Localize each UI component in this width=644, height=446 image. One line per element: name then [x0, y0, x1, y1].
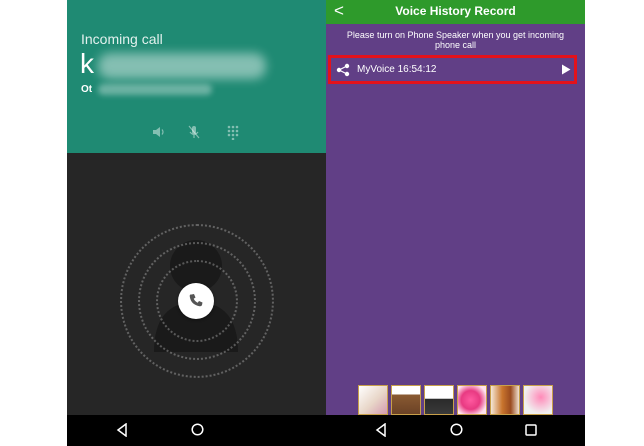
ad-thumb-sandals[interactable]	[490, 385, 520, 415]
home-icon[interactable]	[450, 423, 463, 436]
back-icon[interactable]	[116, 423, 128, 437]
ad-banner[interactable]	[358, 385, 554, 415]
ad-thumb-jewelry[interactable]	[523, 385, 553, 415]
play-icon[interactable]	[561, 64, 571, 75]
phone-icon	[189, 294, 203, 307]
incoming-call-label: Incoming call	[81, 31, 163, 47]
voice-record-label: MyVoice 16:54:12	[357, 64, 437, 75]
caller-number: Ot	[81, 84, 93, 95]
caller-number-blurred	[98, 84, 212, 95]
dialpad-icon[interactable]	[225, 124, 241, 140]
home-icon[interactable]	[191, 423, 204, 436]
mute-icon[interactable]	[186, 124, 202, 140]
caller-name-blurred	[98, 53, 266, 79]
speaker-icon[interactable]	[151, 124, 167, 140]
speaker-notice: Please turn on Phone Speaker when you ge…	[346, 30, 565, 50]
navigation-bar-left	[67, 415, 326, 446]
navigation-bar-right	[326, 415, 585, 446]
ad-thumb-stickers[interactable]	[358, 385, 388, 415]
answer-call-button[interactable]	[178, 283, 214, 319]
recents-icon[interactable]	[525, 424, 537, 436]
page-title: Voice History Record	[395, 4, 516, 18]
caller-name: k	[80, 48, 94, 79]
ad-thumb-hearts[interactable]	[457, 385, 487, 415]
ad-thumb-boot[interactable]	[391, 385, 421, 415]
back-icon[interactable]	[375, 423, 387, 437]
ad-thumb-shoe[interactable]	[424, 385, 454, 415]
share-icon[interactable]	[336, 63, 350, 77]
